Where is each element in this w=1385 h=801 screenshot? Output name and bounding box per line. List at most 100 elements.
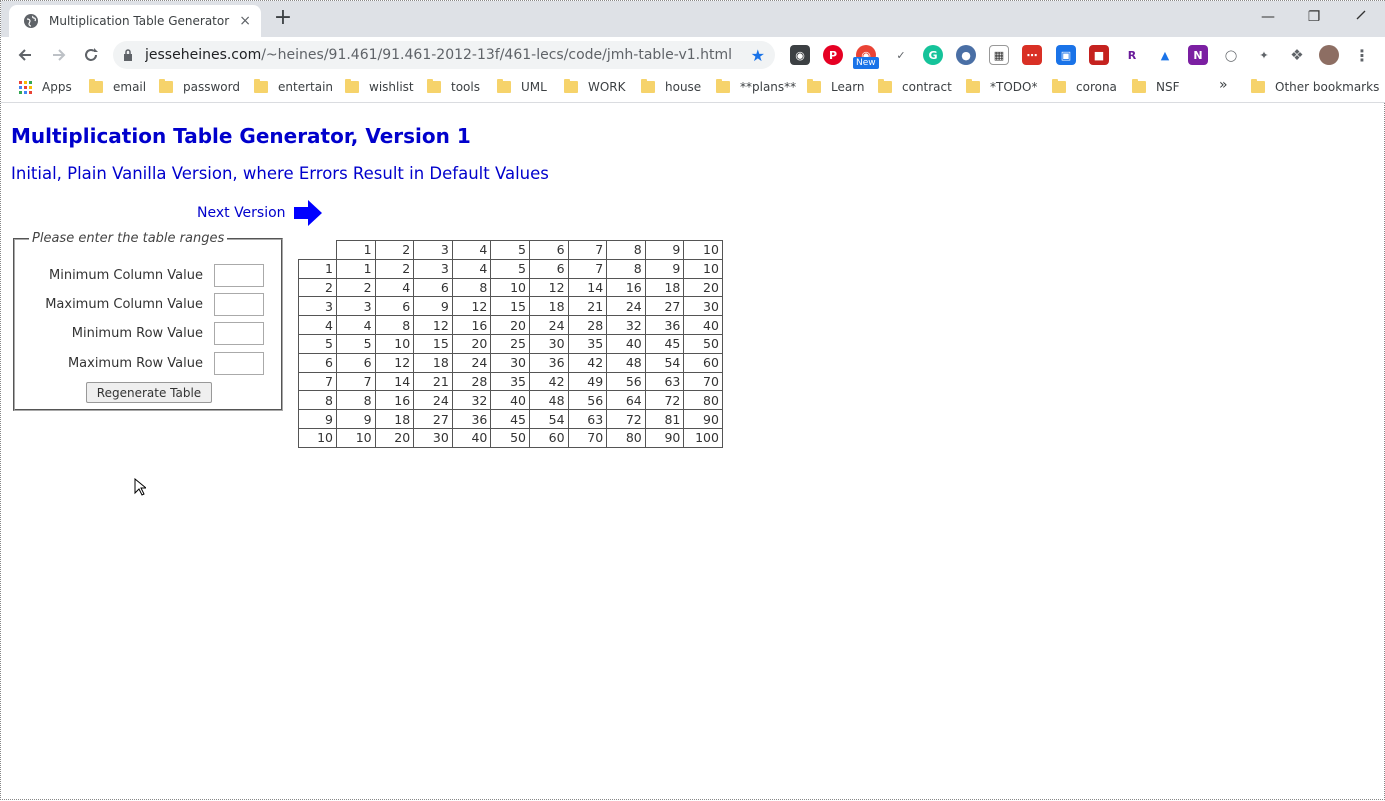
extension-shield-icon[interactable]: ◉ bbox=[790, 45, 810, 65]
avatar[interactable] bbox=[1319, 45, 1339, 65]
bookmark-label: WORK bbox=[588, 80, 626, 94]
new-badge: New bbox=[853, 57, 879, 69]
table-cell: 81 bbox=[644, 409, 685, 429]
table-cell: 49 bbox=[567, 371, 608, 392]
url-host: jesseheines.com bbox=[145, 47, 262, 63]
multiplication-table: 1 2 3 4 5 6 7 8 9 10 1 1 2 3 4 5 6 7 8 9 10 2 2 4 6 8 10 12 14 16 18 2… bbox=[298, 240, 723, 448]
bookmarks-overflow[interactable]: » bbox=[1219, 77, 1228, 93]
bookmark-wishlist[interactable]: wishlist bbox=[345, 79, 414, 94]
table-row: 7 7 14 21 28 35 42 49 56 63 70 bbox=[298, 371, 723, 392]
bookmark-learn[interactable]: Learn bbox=[807, 79, 865, 94]
restore-icon[interactable]: ❐ bbox=[1294, 5, 1334, 29]
bookmark-house[interactable]: house bbox=[641, 79, 702, 94]
table-cell: 42 bbox=[528, 371, 569, 392]
bookmark-corona[interactable]: corona bbox=[1052, 79, 1117, 94]
bookmark-entertain[interactable]: entertain bbox=[254, 79, 333, 94]
bookmark-contract[interactable]: contract bbox=[878, 79, 952, 94]
bookmark-plans[interactable]: **plans** bbox=[716, 79, 796, 94]
page-title: Multiplication Table Generator, Version … bbox=[11, 124, 471, 148]
bookmark-other[interactable]: Other bookmarks bbox=[1251, 79, 1379, 94]
url-text: jesseheines.com/~heines/91.461/91.461-20… bbox=[145, 47, 751, 63]
qr-icon[interactable]: ▦ bbox=[989, 45, 1009, 65]
new-tab-button[interactable]: + bbox=[271, 7, 295, 31]
table-cell: 70 bbox=[683, 371, 723, 392]
folder-icon bbox=[497, 79, 511, 93]
folder-icon bbox=[159, 79, 173, 93]
bookmark-label: contract bbox=[902, 80, 952, 94]
book-icon[interactable]: ■ bbox=[1089, 45, 1109, 65]
table-cell: 8 bbox=[336, 390, 376, 411]
onenote-icon[interactable]: N bbox=[1188, 45, 1208, 65]
max-column-input[interactable] bbox=[214, 293, 264, 316]
bookmark-todo[interactable]: *TODO* bbox=[966, 79, 1037, 94]
next-version-link[interactable]: Next Version bbox=[197, 200, 322, 226]
row-header: 6 bbox=[298, 352, 337, 373]
bookmark-password[interactable]: password bbox=[159, 79, 240, 94]
folder-icon bbox=[1052, 79, 1066, 93]
bookmark-apps[interactable]: Apps bbox=[19, 80, 72, 94]
graduation-cap-icon[interactable]: ▲ bbox=[1155, 45, 1175, 65]
bookmark-email[interactable]: email bbox=[89, 79, 147, 94]
table-cell: 72 bbox=[644, 390, 685, 411]
min-column-input[interactable] bbox=[214, 264, 264, 287]
table-cell: 56 bbox=[606, 371, 646, 392]
min-column-row: Minimum Column Value bbox=[15, 264, 283, 288]
circle-extension-icon[interactable]: ◯ bbox=[1221, 45, 1241, 65]
bookmark-star-icon[interactable]: ★ bbox=[751, 46, 765, 65]
table-cell: 16 bbox=[374, 390, 415, 411]
bookmark-nsf[interactable]: NSF bbox=[1132, 79, 1180, 94]
satellite-icon[interactable]: ✦ bbox=[1254, 45, 1274, 65]
forward-arrow-icon[interactable] bbox=[43, 39, 75, 71]
column-header: 7 bbox=[567, 240, 608, 260]
regenerate-table-button[interactable]: Regenerate Table bbox=[86, 382, 212, 403]
column-header: 8 bbox=[606, 240, 646, 260]
tab-close-icon[interactable]: × bbox=[239, 13, 251, 29]
browser-tab[interactable]: Multiplication Table Generator - V × bbox=[9, 5, 261, 37]
back-arrow-icon[interactable] bbox=[9, 39, 41, 71]
bookmark-label: email bbox=[113, 80, 147, 94]
minimize-icon[interactable]: — bbox=[1248, 5, 1288, 29]
table-cell: 12 bbox=[374, 352, 415, 373]
extension-dots-icon[interactable]: ⋯ bbox=[1022, 45, 1042, 65]
table-cell: 48 bbox=[606, 352, 646, 373]
max-row-label: Maximum Row Value bbox=[67, 356, 203, 371]
table-cell: 4 bbox=[451, 258, 492, 279]
table-cell: 2 bbox=[336, 277, 376, 298]
bookmark-uml[interactable]: UML bbox=[497, 79, 547, 94]
extension-globe-icon[interactable]: ● bbox=[956, 45, 976, 65]
row-header: 2 bbox=[298, 277, 337, 298]
trello-icon[interactable]: ▣ bbox=[1056, 45, 1076, 65]
table-cell: 18 bbox=[644, 277, 685, 298]
checkmark-icon[interactable]: ✓ bbox=[891, 45, 911, 65]
grammarly-icon[interactable]: G bbox=[923, 45, 943, 65]
folder-icon bbox=[345, 79, 359, 93]
folder-icon bbox=[564, 79, 578, 93]
r-extension-icon[interactable]: R bbox=[1122, 45, 1142, 65]
min-row-input[interactable] bbox=[214, 322, 264, 345]
bookmark-label: Apps bbox=[42, 80, 72, 94]
table-cell: 8 bbox=[606, 258, 646, 279]
table-cell: 42 bbox=[567, 352, 608, 373]
bookmark-work[interactable]: WORK bbox=[564, 79, 626, 94]
bookmark-label: house bbox=[665, 80, 702, 94]
table-cell: 50 bbox=[683, 333, 723, 354]
close-window-icon[interactable] bbox=[1341, 5, 1381, 29]
table-cell: 30 bbox=[528, 333, 569, 354]
puzzle-icon[interactable]: ❖ bbox=[1287, 45, 1307, 65]
table-cell: 30 bbox=[683, 296, 723, 317]
table-cell: 18 bbox=[528, 296, 569, 317]
folder-icon bbox=[807, 79, 821, 93]
max-row-input[interactable] bbox=[214, 352, 264, 375]
bookmark-tools[interactable]: tools bbox=[427, 79, 480, 94]
tab-title: Multiplication Table Generator - V bbox=[49, 14, 234, 28]
folder-icon bbox=[1251, 79, 1265, 93]
menu-dots-icon[interactable]: ⋮ bbox=[1352, 45, 1372, 65]
min-row-row: Minimum Row Value bbox=[15, 322, 283, 346]
lock-icon[interactable] bbox=[123, 49, 133, 61]
table-cell: 5 bbox=[490, 258, 530, 279]
pinterest-icon[interactable]: P bbox=[823, 45, 843, 65]
bookmark-label: wishlist bbox=[369, 80, 414, 94]
tab-strip: Multiplication Table Generator - V × + —… bbox=[1, 1, 1385, 37]
address-bar[interactable]: jesseheines.com/~heines/91.461/91.461-20… bbox=[113, 41, 775, 69]
reload-icon[interactable] bbox=[75, 39, 107, 71]
